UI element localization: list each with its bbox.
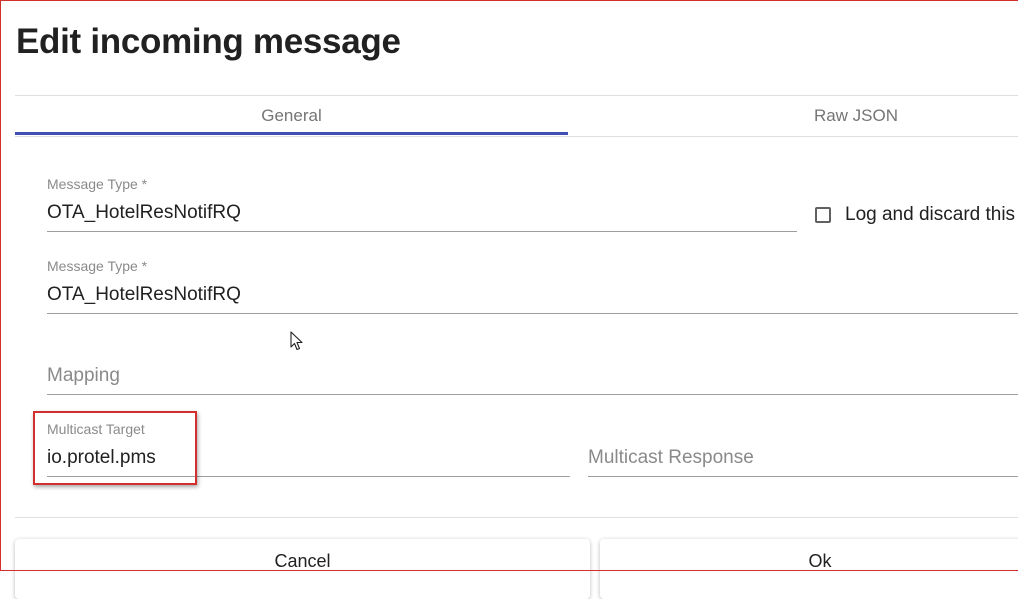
mouse-pointer-icon <box>290 331 303 351</box>
tab-raw-json[interactable]: Raw JSON <box>568 96 1018 136</box>
dialog-title: Edit incoming message <box>16 22 401 61</box>
multicast-response-placeholder: Multicast Response <box>588 447 754 468</box>
tabs-divider <box>15 136 1018 137</box>
message-type-secondary-value: OTA_HotelResNotifRQ <box>47 284 241 305</box>
tab-general[interactable]: General <box>15 96 568 136</box>
active-tab-indicator <box>15 132 568 135</box>
multicast-response-underline <box>588 476 1018 477</box>
multicast-response-field[interactable]: Multicast Response <box>588 444 1018 478</box>
mapping-underline <box>47 394 1018 395</box>
mapping-field[interactable]: Mapping <box>47 362 1018 396</box>
log-discard-checkbox[interactable] <box>815 207 831 223</box>
message-type-field[interactable]: Message Type * OTA_HotelResNotifRQ <box>47 175 797 233</box>
cancel-button-label: Cancel <box>274 551 331 571</box>
actions-divider <box>15 517 1018 518</box>
message-type-secondary-label: Message Type * <box>47 258 148 274</box>
mapping-placeholder: Mapping <box>47 365 120 386</box>
message-type-value: OTA_HotelResNotifRQ <box>47 202 241 223</box>
message-type-secondary-underline <box>47 313 1018 314</box>
ok-button[interactable]: Ok <box>600 539 1018 599</box>
log-discard-label: Log and discard this <box>845 204 1016 225</box>
message-type-underline <box>47 231 797 232</box>
ok-button-label: Ok <box>808 551 832 571</box>
message-type-field-secondary[interactable]: Message Type * OTA_HotelResNotifRQ <box>47 257 1018 315</box>
cancel-button[interactable]: Cancel <box>15 539 590 599</box>
message-type-label: Message Type * <box>47 176 148 192</box>
annotation-highlight-box <box>33 411 197 485</box>
